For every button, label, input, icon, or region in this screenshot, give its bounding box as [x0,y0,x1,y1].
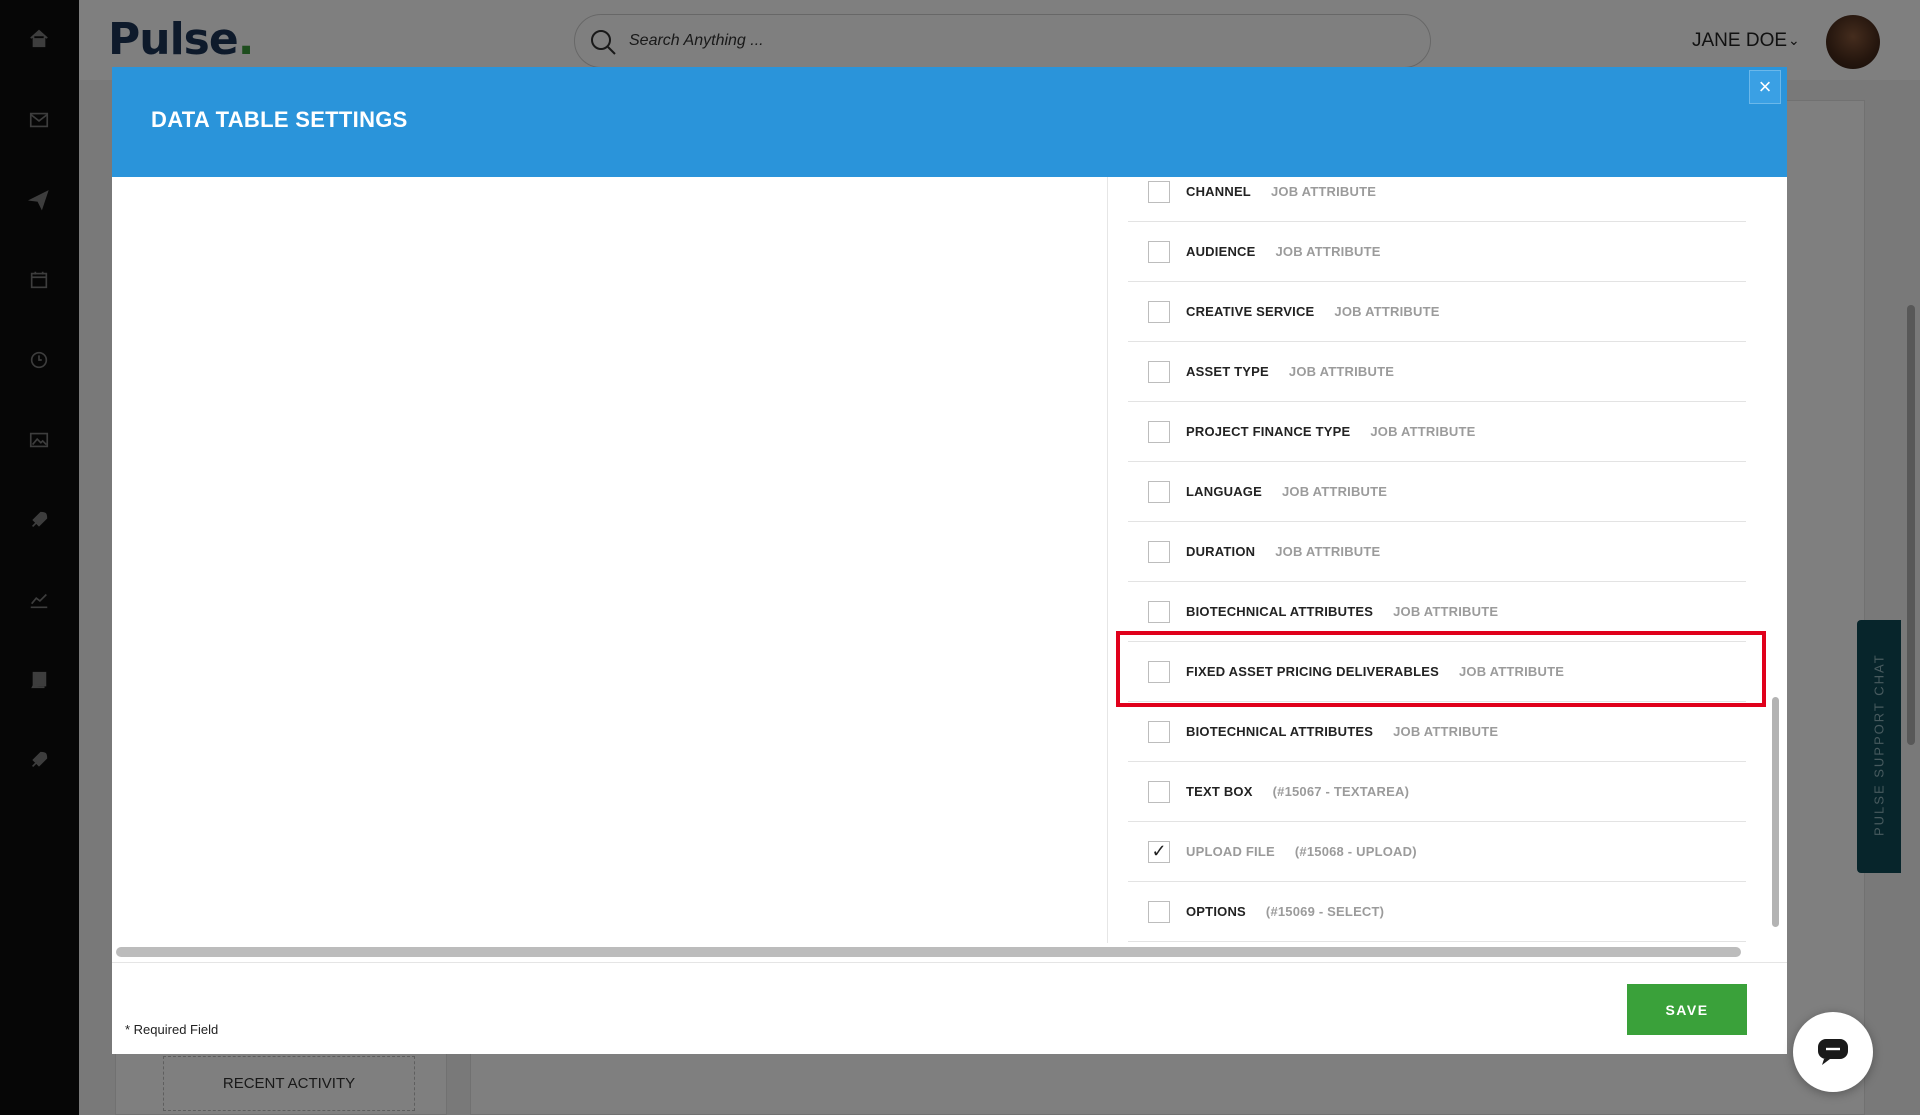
attribute-checkbox[interactable]: ✓ [1148,840,1170,863]
attribute-row: TEXT BOX (#15067 - TEXTAREA) [1128,762,1746,822]
attribute-label: PROJECT FINANCE TYPE [1186,424,1351,439]
highlight-box [1116,631,1766,707]
attribute-row: DURATION JOB ATTRIBUTE [1128,522,1746,582]
attribute-row: PROJECT FINANCE TYPE JOB ATTRIBUTE [1128,402,1746,462]
attribute-label: OPTIONS [1186,904,1246,919]
attribute-label: AUDIENCE [1186,244,1256,259]
attribute-type: (#15067 - TEXTAREA) [1272,784,1410,799]
attribute-row: OPTIONS (#15069 - SELECT) [1128,882,1746,942]
attribute-checkbox[interactable] [1148,360,1170,383]
horizontal-scrollbar[interactable] [116,947,1741,957]
modal-header: DATA TABLE SETTINGS × [112,67,1787,177]
attribute-label: CREATIVE SERVICE [1186,304,1315,319]
attribute-label: BIOTECHNICAL ATTRIBUTES [1186,724,1374,739]
attribute-type: JOB ATTRIBUTE [1270,184,1377,199]
attribute-row: AUDIENCE JOB ATTRIBUTE [1128,222,1746,282]
attribute-type: JOB ATTRIBUTE [1275,544,1381,559]
attribute-label: LANGUAGE [1186,484,1262,499]
chat-bubble-button[interactable] [1793,1012,1873,1092]
attribute-checkbox[interactable] [1148,240,1170,263]
attribute-label: TEXT BOX [1186,784,1253,799]
attribute-checkbox[interactable] [1148,540,1170,563]
attribute-type: (#15068 - UPLOAD) [1294,844,1417,859]
attribute-row: LANGUAGE JOB ATTRIBUTE [1128,462,1746,522]
attribute-checkbox[interactable] [1148,900,1170,923]
save-button[interactable]: SAVE [1627,984,1747,1035]
attribute-label: CHANNEL [1186,184,1251,199]
attribute-row: ASSET TYPE JOB ATTRIBUTE [1128,342,1746,402]
attribute-checkbox[interactable] [1148,780,1170,803]
modal-title: DATA TABLE SETTINGS [151,107,408,132]
attribute-checkbox[interactable] [1148,180,1170,203]
attribute-row: BIOTECHNICAL ATTRIBUTES JOB ATTRIBUTE [1128,702,1746,762]
attribute-type: JOB ATTRIBUTE [1393,604,1499,619]
attribute-list: CHANNEL JOB ATTRIBUTE AUDIENCE JOB ATTRIBUT… [1128,177,1764,943]
attribute-row: ✓ UPLOAD FILE (#15068 - UPLOAD) [1128,822,1746,882]
attribute-type: JOB ATTRIBUTE [1334,304,1440,319]
attribute-type: JOB ATTRIBUTE [1393,724,1499,739]
attribute-checkbox[interactable] [1148,300,1170,323]
attribute-type: JOB ATTRIBUTE [1370,424,1476,439]
attribute-row: CREATIVE SERVICE JOB ATTRIBUTE [1128,282,1746,342]
footer-divider [112,962,1787,963]
data-table-settings-modal: DATA TABLE SETTINGS × CHANNEL JOB ATTRIBU… [112,67,1787,1054]
attribute-label: UPLOAD FILE [1186,844,1275,859]
attribute-checkbox[interactable] [1148,720,1170,743]
close-icon: × [1758,74,1772,99]
close-button[interactable]: × [1749,70,1781,104]
attribute-type: JOB ATTRIBUTE [1282,484,1388,499]
list-scrollbar[interactable] [1772,697,1779,927]
left-pane [112,177,1108,943]
attribute-checkbox[interactable] [1148,420,1170,443]
attribute-label: DURATION [1186,544,1256,559]
chat-icon [1818,1039,1848,1065]
attribute-checkbox[interactable] [1148,480,1170,503]
attribute-checkbox[interactable] [1148,600,1170,623]
required-field-note: * Required Field [125,1022,219,1037]
attribute-type: JOB ATTRIBUTE [1275,244,1381,259]
attribute-row: CHANNEL JOB ATTRIBUTE [1128,177,1746,222]
attribute-label: BIOTECHNICAL ATTRIBUTES [1186,604,1374,619]
modal-body: CHANNEL JOB ATTRIBUTE AUDIENCE JOB ATTRIBUT… [112,177,1787,943]
attribute-type: (#15069 - SELECT) [1265,904,1385,919]
attribute-type: JOB ATTRIBUTE [1288,364,1395,379]
attribute-label: ASSET TYPE [1186,364,1269,379]
